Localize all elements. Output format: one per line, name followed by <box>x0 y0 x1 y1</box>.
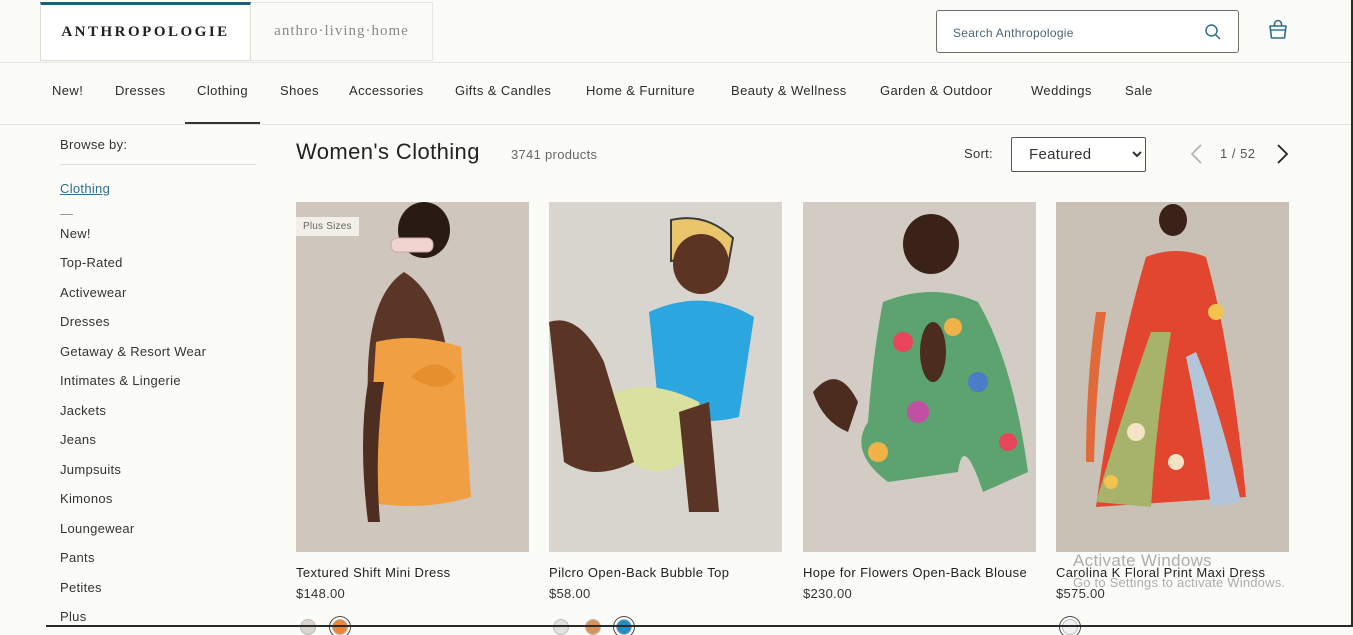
nav-beauty-wellness[interactable]: Beauty & Wellness <box>731 62 847 124</box>
sidebar-dash-divider <box>60 214 73 215</box>
search-icon[interactable] <box>1204 23 1222 41</box>
activate-windows-watermark: Activate Windows <box>1073 551 1212 570</box>
product-card: Plus Sizes Textured Shift Mini Dress $14… <box>296 202 529 601</box>
nav-garden-outdoor[interactable]: Garden & Outdoor <box>880 62 993 124</box>
sidebar-item-pants[interactable]: Pants <box>60 550 95 565</box>
color-swatch[interactable] <box>553 619 569 635</box>
nav-accessories[interactable]: Accessories <box>349 62 423 124</box>
product-name[interactable]: Pilcro Open-Back Bubble Top <box>549 563 782 582</box>
nav-weddings[interactable]: Weddings <box>1031 62 1092 124</box>
page-title: Women's Clothing <box>296 139 480 164</box>
sidebar-item-intimates[interactable]: Intimates & Lingerie <box>60 373 181 388</box>
color-swatch[interactable] <box>585 619 601 635</box>
sidebar-item-new[interactable]: New! <box>60 226 91 241</box>
shopping-bag-icon[interactable] <box>1266 18 1290 42</box>
product-name[interactable]: Hope for Flowers Open-Back Blouse <box>803 563 1036 582</box>
sidebar-item-jumpsuits[interactable]: Jumpsuits <box>60 462 121 477</box>
nav-new[interactable]: New! <box>52 62 83 124</box>
activate-windows-subtext: Go to Settings to activate Windows. <box>1073 575 1286 590</box>
sidebar-item-getaway[interactable]: Getaway & Resort Wear <box>60 344 206 359</box>
sort-dropdown[interactable]: Featured <box>1011 137 1146 172</box>
nav-shoes[interactable]: Shoes <box>280 62 319 124</box>
anthropologie-logo[interactable]: ANTHROPOLOGIE <box>40 2 251 61</box>
nav-sale[interactable]: Sale <box>1125 62 1153 124</box>
nav-gifts-candles[interactable]: Gifts & Candles <box>455 62 551 124</box>
sidebar-item-loungewear[interactable]: Loungewear <box>60 521 135 536</box>
product-image[interactable]: Plus Sizes <box>296 202 529 552</box>
browse-by-heading: Browse by: <box>60 137 128 152</box>
product-card: Carolina K Floral Print Maxi Dress $575.… <box>1056 202 1289 601</box>
product-card: Hope for Flowers Open-Back Blouse $230.0… <box>803 202 1036 601</box>
product-card: Pilcro Open-Back Bubble Top $58.00 <box>549 202 782 601</box>
color-swatch-selected[interactable] <box>1062 619 1078 635</box>
product-price: $230.00 <box>803 586 853 601</box>
product-image[interactable] <box>1056 202 1289 552</box>
search-box <box>936 10 1239 53</box>
sidebar-item-petites[interactable]: Petites <box>60 580 102 595</box>
plus-sizes-badge: Plus Sizes <box>296 217 359 236</box>
product-name[interactable]: Textured Shift Mini Dress <box>296 563 529 582</box>
product-count: 3741 products <box>511 147 598 162</box>
sidebar-item-dresses[interactable]: Dresses <box>60 314 110 329</box>
product-price: $58.00 <box>549 586 591 601</box>
main-navigation: New! Dresses Clothing Shoes Accessories … <box>0 62 1353 125</box>
sidebar-current-category[interactable]: Clothing <box>60 181 110 196</box>
site-header: ANTHROPOLOGIE anthro·living·home <box>0 0 1353 63</box>
sidebar-item-kimonos[interactable]: Kimonos <box>60 491 113 506</box>
sort-label: Sort: <box>964 146 993 161</box>
search-input[interactable] <box>951 21 1195 45</box>
sidebar-divider <box>60 164 256 165</box>
page-indicator: 1 / 52 <box>1220 146 1256 161</box>
product-image[interactable] <box>803 202 1036 552</box>
sidebar-item-top-rated[interactable]: Top-Rated <box>60 255 123 270</box>
sidebar-item-activewear[interactable]: Activewear <box>60 285 127 300</box>
product-price: $148.00 <box>296 586 346 601</box>
nav-clothing[interactable]: Clothing <box>185 62 260 124</box>
color-swatch[interactable] <box>300 619 316 635</box>
chevron-left-icon[interactable] <box>1189 143 1203 165</box>
nav-dresses[interactable]: Dresses <box>115 62 165 124</box>
anthro-living-home-logo[interactable]: anthro·living·home <box>251 2 433 61</box>
sidebar-item-plus[interactable]: Plus <box>60 609 87 624</box>
chevron-right-icon[interactable] <box>1276 143 1290 165</box>
sidebar-item-jackets[interactable]: Jackets <box>60 403 106 418</box>
color-swatch-selected[interactable] <box>332 619 348 635</box>
nav-home-furniture[interactable]: Home & Furniture <box>586 62 695 124</box>
sidebar-item-jeans[interactable]: Jeans <box>60 432 96 447</box>
product-image[interactable] <box>549 202 782 552</box>
color-swatch-selected[interactable] <box>616 619 632 635</box>
